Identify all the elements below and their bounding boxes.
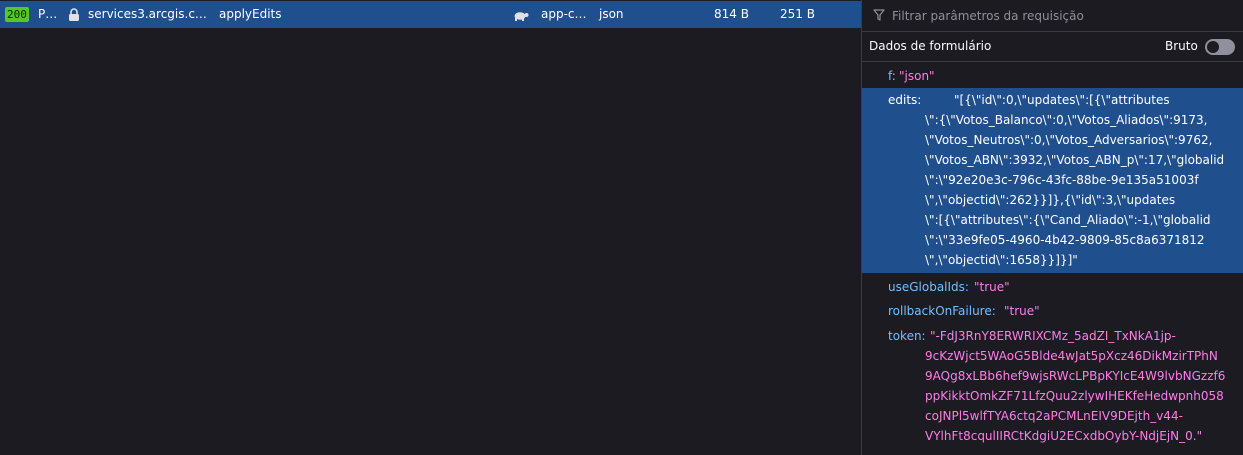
request-size: 251 B [780, 7, 815, 21]
param-value-line: "-FdJ3RnY8ERWRIXCMz_5adZI_TxNkA1jp- [930, 329, 1176, 343]
param-row[interactable]: token: "-FdJ3RnY8ERWRIXCMz_5adZI_TxNkA1jp… [862, 324, 1243, 449]
raw-toggle-knob [1207, 41, 1219, 53]
request-domain: services3.arcgis.c… [88, 7, 207, 21]
param-row[interactable]: f: "json" [862, 64, 1243, 89]
param-row[interactable]: rollbackOnFailure: "true" [862, 299, 1243, 324]
raw-toggle-label: Bruto [1165, 39, 1198, 53]
request-transferred: 814 B [714, 7, 749, 21]
param-value-line: "[{\"id\":0,\"updates\":[{\"attributes [954, 93, 1170, 107]
param-value-line: \":[{\"attributes\":{\"Cand_Aliado\":-1,… [925, 213, 1211, 227]
form-data-header: Dados de formulário Bruto [862, 32, 1243, 62]
param-value-line: ppKikktOmkZF71LfzQuu2zlywIHEKfeHedwpnh05… [925, 389, 1224, 403]
funnel-icon [873, 9, 885, 21]
param-key: useGlobalIds: [888, 280, 969, 294]
param-value-line: \",\"objectid\":1658}}]}]" [925, 253, 1078, 267]
request-type: json [599, 7, 624, 21]
param-row[interactable]: edits: "[{\"id\":0,\"updates\":[{\"attrib… [862, 88, 1243, 273]
param-value-line: \"Votos_ABN\":3932,\"Votos_ABN_p\":17,\"… [925, 153, 1225, 167]
request-file: applyEdits [219, 7, 282, 21]
param-value-line: \",\"objectid\":262}}]},{\"id\":3,\"upda… [925, 193, 1176, 207]
param-value-line: \"Votos_Neutros\":0,\"Votos_Adversarios\… [925, 133, 1213, 147]
filter-params-input[interactable] [890, 5, 1234, 27]
param-row[interactable]: useGlobalIds: "true" [862, 275, 1243, 300]
param-key: rollbackOnFailure: [888, 304, 996, 318]
param-value-line: \":\"92e20e3c-796c-43fc-88be-9e135a51003… [925, 173, 1199, 187]
param-value-line: coJNPl5wlfTYA6ctq2aPCMLnEIV9DEjth_v44- [925, 409, 1183, 423]
param-value-line: \":\"33e9fe05-4960-4b42-9809-85c8a637181… [925, 233, 1205, 247]
request-list: 200 P… services3.arcgis.c… applyEdits ap… [0, 0, 861, 455]
status-badge: 200 [5, 7, 29, 22]
params-panel: Dados de formulário Bruto f:"json"edits:… [862, 0, 1243, 455]
param-value-line: "json" [899, 69, 935, 83]
request-row[interactable]: 200 P… services3.arcgis.c… applyEdits ap… [0, 1, 861, 28]
param-key: edits: [888, 93, 922, 107]
param-value-line: \":{\"Votos_Balanco\":0,\"Votos_Aliados\… [925, 113, 1208, 127]
param-value-line: 9AQg8xLBb6hef9wjsRWcLPBpKYIcE4W9lvbNGzzf… [925, 369, 1226, 383]
filter-bar [862, 0, 1243, 32]
param-value-line: VYlhFt8cqulIIRCtKdgiU2ECxdbOybY-NdjEjN_0… [925, 429, 1203, 443]
request-method: P… [38, 7, 58, 21]
lock-icon [68, 8, 80, 21]
param-value-line: 9cKzWjct5WAoG5Blde4wJat5pXcz46DikMzirTPh… [925, 349, 1218, 363]
section-title: Dados de formulário [869, 39, 992, 53]
raw-toggle[interactable] [1205, 39, 1235, 55]
turtle-icon [513, 10, 529, 21]
param-key: f: [888, 69, 896, 83]
request-initiator: app-c… [541, 7, 587, 21]
param-key: token: [888, 329, 926, 343]
param-value-line: "true" [974, 280, 1010, 294]
param-value-line: "true" [1004, 304, 1040, 318]
